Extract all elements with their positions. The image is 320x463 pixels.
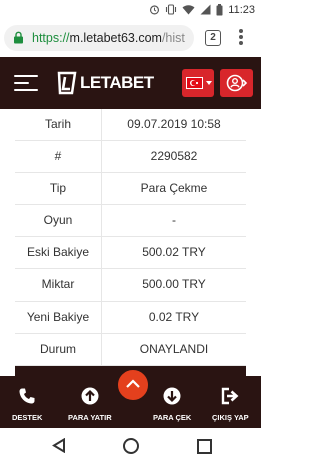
table-row: Oyun -: [15, 205, 246, 238]
row-value: 09.07.2019 10:58: [127, 117, 221, 131]
url-field[interactable]: https://m.letabet63.com/hist: [4, 25, 194, 51]
logout-label: ÇIKIŞ YAP: [212, 413, 249, 422]
wifi-icon: [182, 5, 195, 15]
support-label: DESTEK: [12, 413, 43, 422]
table-row: Eski Bakiye 500.02 TRY: [15, 237, 246, 270]
table-row: Yeni Bakiye 0.02 TRY: [15, 301, 246, 334]
table-row: Tip Para Çekme: [15, 173, 246, 206]
back-icon[interactable]: [52, 438, 66, 453]
turkey-flag-icon: [186, 77, 203, 89]
hamburger-menu-icon[interactable]: [14, 73, 38, 93]
row-label: Eski Bakiye: [15, 237, 102, 269]
signal-icon: [200, 4, 211, 15]
table-row: Tarih 09.07.2019 10:58: [15, 109, 246, 142]
table-row: Miktar 500.00 TRY: [15, 269, 246, 302]
tab-switcher-button[interactable]: 2: [205, 30, 221, 46]
url-path: /hist: [161, 31, 185, 45]
phone-icon: [19, 388, 35, 404]
arrow-down-circle-icon: [163, 387, 181, 405]
browser-toolbar: https://m.letabet63.com/hist 2: [0, 19, 261, 57]
row-label: #: [15, 141, 102, 173]
account-button[interactable]: [220, 69, 253, 97]
alarm-icon: [150, 5, 160, 15]
row-value: ONAYLANDI: [139, 341, 209, 356]
user-icon: [226, 74, 248, 92]
recents-icon[interactable]: [197, 439, 212, 454]
lock-icon: [14, 31, 23, 44]
url-text: https://m.letabet63.com/hist: [32, 31, 190, 45]
language-selector[interactable]: [182, 69, 214, 97]
status-icons: 11:23: [149, 3, 255, 16]
row-label: Tarih: [15, 109, 102, 141]
status-bar: 11:23: [0, 0, 261, 19]
support-button[interactable]: DESTEK: [12, 387, 42, 422]
table-row: #2290582: [15, 141, 246, 174]
row-label: Oyun: [15, 205, 102, 237]
row-label: Tip: [15, 173, 102, 205]
chevron-down-icon: [206, 81, 212, 85]
row-label: Miktar: [15, 269, 102, 301]
withdraw-button[interactable]: PARA ÇEK: [153, 387, 191, 422]
row-label: Yeni Bakiye: [15, 301, 102, 333]
scroll-top-button[interactable]: [116, 368, 150, 402]
table-row: Durum ONAYLANDI: [15, 333, 246, 366]
exit-icon: [222, 387, 239, 405]
arrow-up-circle-icon: [81, 387, 99, 405]
battery-icon: [216, 3, 223, 15]
logo[interactable]: LETABET: [56, 71, 154, 95]
home-icon[interactable]: [123, 438, 139, 454]
row-value: 500.02 TRY: [142, 245, 206, 260]
row-label: Durum: [15, 333, 102, 365]
withdraw-label: PARA ÇEK: [153, 413, 192, 422]
row-value: 500.00 TRY: [142, 277, 206, 292]
vibrate-icon: [166, 4, 177, 15]
logo-text: LETABET: [80, 73, 154, 92]
status-time: 11:23: [228, 3, 255, 16]
system-nav-bar: [0, 428, 261, 463]
row-value: 2290582: [150, 149, 198, 164]
browser-menu-button[interactable]: [238, 29, 244, 47]
app-header: LETABET: [0, 57, 261, 109]
row-value: Para Çekme: [140, 181, 208, 196]
chevron-up-icon: [126, 379, 140, 388]
url-host: m.letabet63.com: [69, 31, 162, 45]
url-scheme: https://: [32, 31, 70, 45]
deposit-label: PARA YATIR: [68, 413, 112, 422]
transaction-detail-table: Tarih 09.07.2019 10:58 #2290582 Tip Para Ç…: [15, 109, 246, 366]
logout-button[interactable]: ÇIKIŞ YAP: [212, 387, 249, 422]
logo-mark-icon: [57, 71, 77, 95]
row-value: 0.02 TRY: [148, 309, 200, 324]
deposit-button[interactable]: PARA YATIR: [68, 387, 112, 422]
row-value: -: [172, 213, 176, 228]
